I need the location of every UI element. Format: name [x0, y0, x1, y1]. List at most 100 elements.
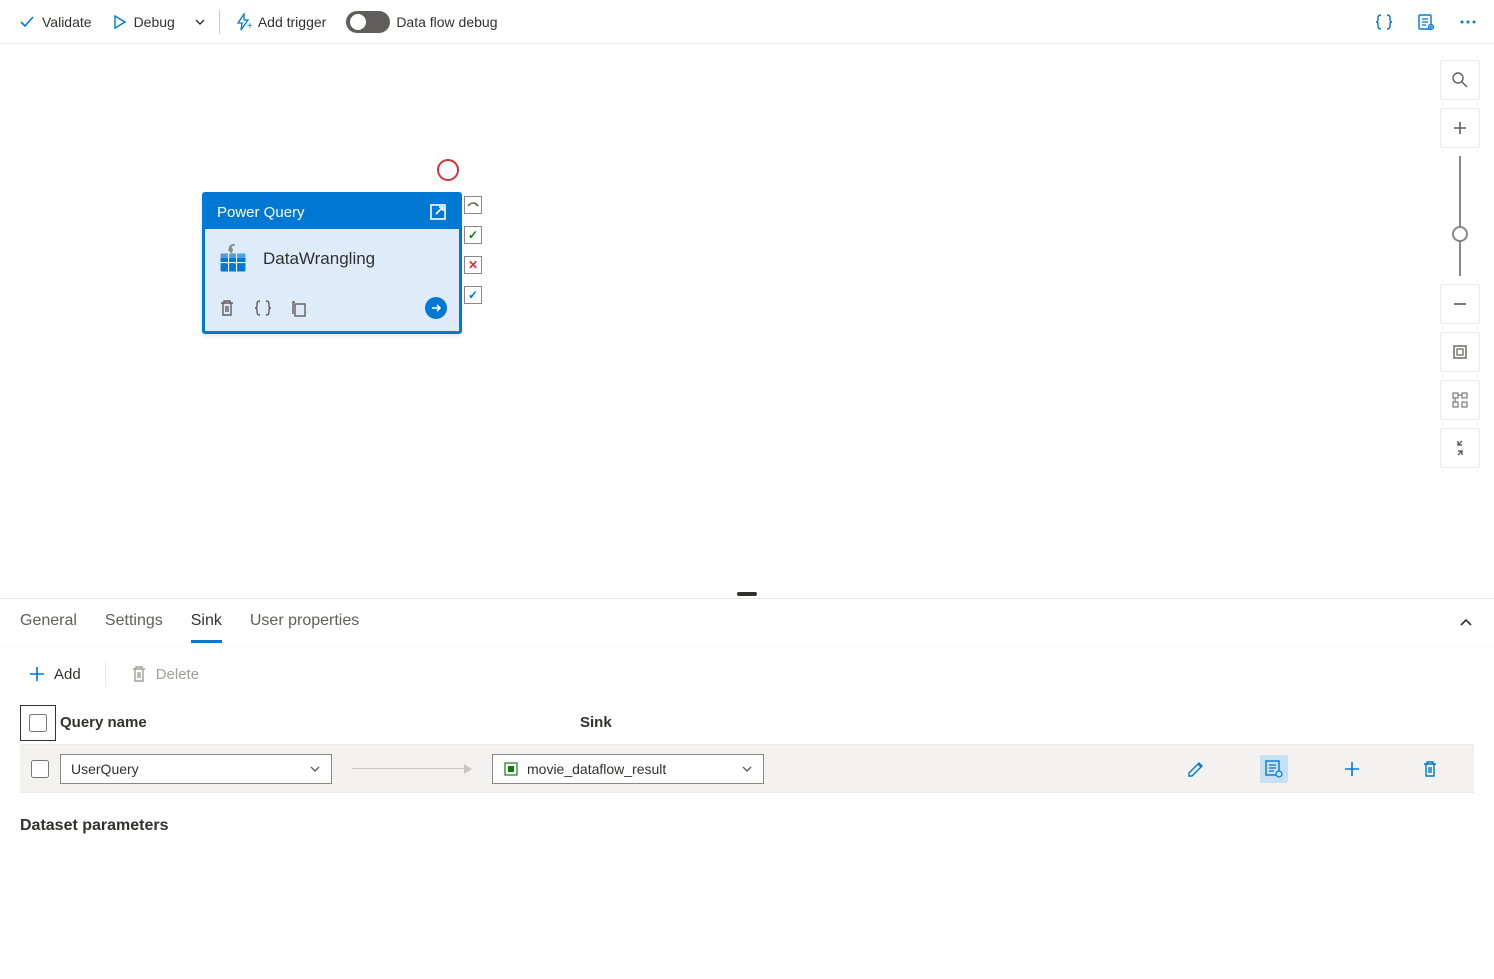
collapse-button[interactable] — [1440, 428, 1480, 468]
play-icon — [112, 14, 128, 30]
delete-icon[interactable] — [217, 298, 237, 318]
toggle-knob — [350, 14, 366, 30]
delete-button[interactable]: Delete — [122, 659, 207, 689]
search-icon — [1451, 71, 1469, 89]
select-all-checkbox[interactable] — [20, 705, 56, 741]
activity-type: Power Query — [217, 204, 305, 221]
fit-icon — [1451, 343, 1469, 361]
properties-icon — [1416, 12, 1436, 32]
code-button[interactable] — [1366, 6, 1402, 38]
row-checkbox[interactable] — [20, 760, 60, 778]
activity-header: Power Query — [205, 195, 459, 229]
collapse-icon — [1451, 439, 1469, 457]
plus-icon — [28, 665, 46, 683]
chevron-up-icon — [1458, 615, 1474, 631]
validate-button[interactable]: Validate — [8, 7, 102, 37]
canvas-tools — [1440, 60, 1480, 468]
separator — [219, 10, 220, 34]
delete-row-button[interactable] — [1416, 755, 1444, 783]
properties-panel: General Settings Sink User properties Ad… — [0, 598, 1494, 855]
debug-label: Debug — [134, 14, 175, 30]
column-query-name: Query name — [60, 714, 580, 731]
separator — [105, 662, 106, 686]
zoom-out-button[interactable] — [1440, 284, 1480, 324]
minus-icon — [1451, 295, 1469, 313]
debug-button[interactable]: Debug — [102, 8, 185, 36]
code-icon[interactable] — [253, 298, 273, 318]
powerquery-icon — [217, 243, 249, 275]
dataset-parameters-heading: Dataset parameters — [20, 817, 1474, 835]
svg-text:+: + — [247, 21, 252, 31]
chevron-down-icon — [193, 15, 207, 29]
settings-button[interactable] — [1260, 755, 1288, 783]
zoom-in-button[interactable] — [1440, 108, 1480, 148]
sink-value: movie_dataflow_result — [527, 761, 666, 777]
plus-icon — [1451, 119, 1469, 137]
pipeline-canvas[interactable]: Power Query DataWrangling ✓ ✕ ✓ — [0, 44, 1494, 590]
activity-node[interactable]: Power Query DataWrangling — [202, 192, 462, 334]
panel-tabs: General Settings Sink User properties — [0, 599, 1494, 647]
delete-label: Delete — [156, 666, 199, 683]
completion-handle[interactable]: ✓ — [464, 286, 482, 304]
debug-dropdown[interactable] — [185, 9, 215, 35]
copy-icon[interactable] — [289, 298, 309, 318]
validation-error-indicator[interactable] — [437, 159, 459, 181]
dataset-parameters-section: Dataset parameters — [0, 793, 1494, 855]
more-button[interactable] — [1450, 6, 1486, 38]
auto-align-icon — [1451, 391, 1469, 409]
panel-collapse-button[interactable] — [1458, 615, 1474, 631]
trash-icon — [1420, 759, 1440, 779]
table-row: UserQuery movie_dataflow_result — [20, 745, 1474, 793]
sink-cell: movie_dataflow_result — [492, 754, 764, 784]
zoom-thumb[interactable] — [1452, 226, 1468, 242]
sink-table: Query name Sink UserQuery movie_dataflow… — [0, 701, 1494, 793]
settings-list-icon — [1264, 759, 1284, 779]
chevron-down-icon — [309, 763, 321, 775]
open-icon[interactable] — [429, 203, 447, 221]
add-trigger-button[interactable]: + Add trigger — [224, 7, 336, 37]
edit-button[interactable] — [1182, 755, 1210, 783]
fit-button[interactable] — [1440, 332, 1480, 372]
tab-general[interactable]: General — [20, 602, 77, 643]
query-value: UserQuery — [71, 761, 139, 777]
arrow-right-icon — [429, 301, 443, 315]
activity-name: DataWrangling — [263, 249, 375, 269]
validate-label: Validate — [42, 14, 92, 30]
tab-user-properties[interactable]: User properties — [250, 602, 359, 643]
ellipsis-icon — [1458, 12, 1478, 32]
dataset-icon — [503, 761, 519, 777]
auto-align-button[interactable] — [1440, 380, 1480, 420]
next-arrow-button[interactable] — [425, 297, 447, 319]
failure-handle[interactable]: ✕ — [464, 256, 482, 274]
sink-toolbar: Add Delete — [0, 647, 1494, 701]
activity-footer — [205, 289, 459, 331]
grip-icon — [737, 592, 757, 596]
add-trigger-label: Add trigger — [258, 14, 326, 30]
table-header: Query name Sink — [20, 701, 1474, 745]
activity-status-handles: ✓ ✕ ✓ — [464, 196, 482, 304]
add-label: Add — [54, 666, 81, 683]
new-button[interactable] — [1338, 755, 1366, 783]
toolbar: Validate Debug + Add trigger Data flow d… — [0, 0, 1494, 44]
panel-resizer[interactable] — [0, 590, 1494, 598]
query-name-select[interactable]: UserQuery — [60, 754, 332, 784]
upstream-handle[interactable] — [464, 196, 482, 214]
plus-icon — [1342, 759, 1362, 779]
search-button[interactable] — [1440, 60, 1480, 100]
properties-button[interactable] — [1408, 6, 1444, 38]
check-icon — [18, 13, 36, 31]
row-actions — [1182, 755, 1474, 783]
add-button[interactable]: Add — [20, 659, 89, 689]
mapping-arrow — [352, 764, 472, 774]
activity-body: DataWrangling — [205, 229, 459, 289]
chevron-down-icon — [741, 763, 753, 775]
data-flow-debug-toggle[interactable] — [346, 11, 390, 33]
trash-icon — [130, 665, 148, 683]
tab-settings[interactable]: Settings — [105, 602, 163, 643]
tab-sink[interactable]: Sink — [191, 602, 222, 643]
sink-select[interactable]: movie_dataflow_result — [492, 754, 764, 784]
zoom-slider[interactable] — [1459, 156, 1461, 276]
success-handle[interactable]: ✓ — [464, 226, 482, 244]
braces-icon — [1374, 12, 1394, 32]
toolbar-right — [1366, 6, 1486, 38]
